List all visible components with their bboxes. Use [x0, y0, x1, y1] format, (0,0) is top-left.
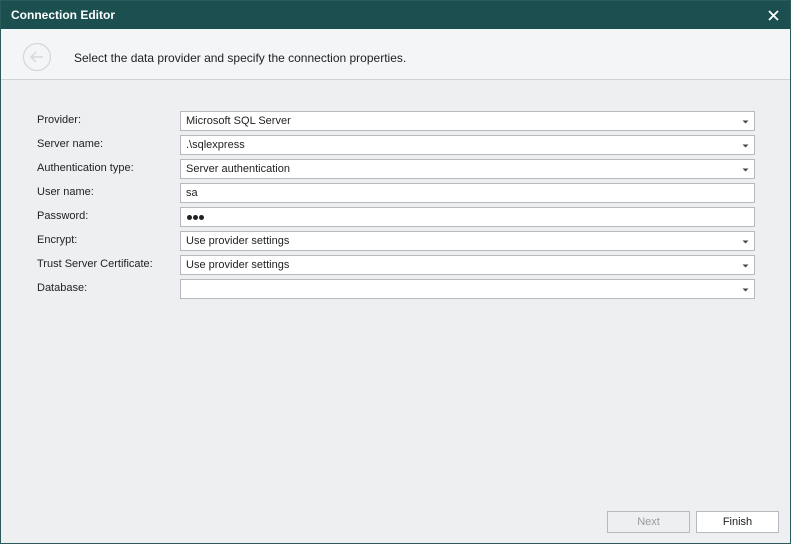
finish-button[interactable]: Finish	[696, 511, 779, 533]
provider-label: Provider:	[37, 114, 82, 126]
chevron-down-icon	[742, 144, 749, 148]
user-name-input[interactable]: sa	[180, 183, 755, 203]
chevron-down-icon	[742, 240, 749, 244]
database-row: Database:	[1, 279, 790, 299]
provider-value: Microsoft SQL Server	[186, 115, 291, 127]
close-icon	[767, 9, 779, 21]
next-button[interactable]: Next	[607, 511, 690, 533]
user-name-label: User name:	[37, 186, 94, 198]
provider-row: Provider: Microsoft SQL Server	[1, 111, 790, 131]
instruction-text: Select the data provider and specify the…	[74, 51, 407, 65]
user-name-value: sa	[186, 187, 198, 199]
password-row: Password:	[1, 207, 790, 227]
password-input[interactable]	[180, 207, 755, 227]
authentication-type-label: Authentication type:	[37, 162, 134, 174]
server-name-combo[interactable]: .\sqlexpress	[180, 135, 755, 155]
user-name-row: User name: sa	[1, 183, 790, 203]
wizard-header: Select the data provider and specify the…	[1, 29, 790, 80]
chevron-down-icon	[742, 288, 749, 292]
database-combo[interactable]	[180, 279, 755, 299]
trust-server-certificate-label: Trust Server Certificate:	[37, 258, 153, 270]
encrypt-value: Use provider settings	[186, 235, 290, 247]
back-arrow-icon	[22, 42, 52, 72]
trust-server-certificate-value: Use provider settings	[186, 259, 290, 271]
authentication-type-row: Authentication type: Server authenticati…	[1, 159, 790, 179]
encrypt-row: Encrypt: Use provider settings	[1, 231, 790, 251]
authentication-type-value: Server authentication	[186, 163, 290, 175]
chevron-down-icon	[742, 120, 749, 124]
chevron-down-icon	[742, 168, 749, 172]
encrypt-select[interactable]: Use provider settings	[180, 231, 755, 251]
chevron-down-icon	[742, 264, 749, 268]
trust-server-certificate-select[interactable]: Use provider settings	[180, 255, 755, 275]
server-name-label: Server name:	[37, 138, 104, 150]
password-mask	[187, 215, 204, 220]
close-button[interactable]	[762, 5, 784, 25]
authentication-type-select[interactable]: Server authentication	[180, 159, 755, 179]
server-name-value: .\sqlexpress	[186, 139, 245, 151]
database-label: Database:	[37, 282, 88, 294]
window-title: Connection Editor	[11, 8, 115, 22]
connection-editor-window: Connection Editor Select the data provid…	[0, 0, 791, 544]
provider-select[interactable]: Microsoft SQL Server	[180, 111, 755, 131]
title-bar: Connection Editor	[1, 1, 790, 29]
trust-server-certificate-row: Trust Server Certificate: Use provider s…	[1, 255, 790, 275]
encrypt-label: Encrypt:	[37, 234, 78, 246]
back-button[interactable]	[22, 42, 52, 72]
password-label: Password:	[37, 210, 89, 222]
server-name-row: Server name: .\sqlexpress	[1, 135, 790, 155]
